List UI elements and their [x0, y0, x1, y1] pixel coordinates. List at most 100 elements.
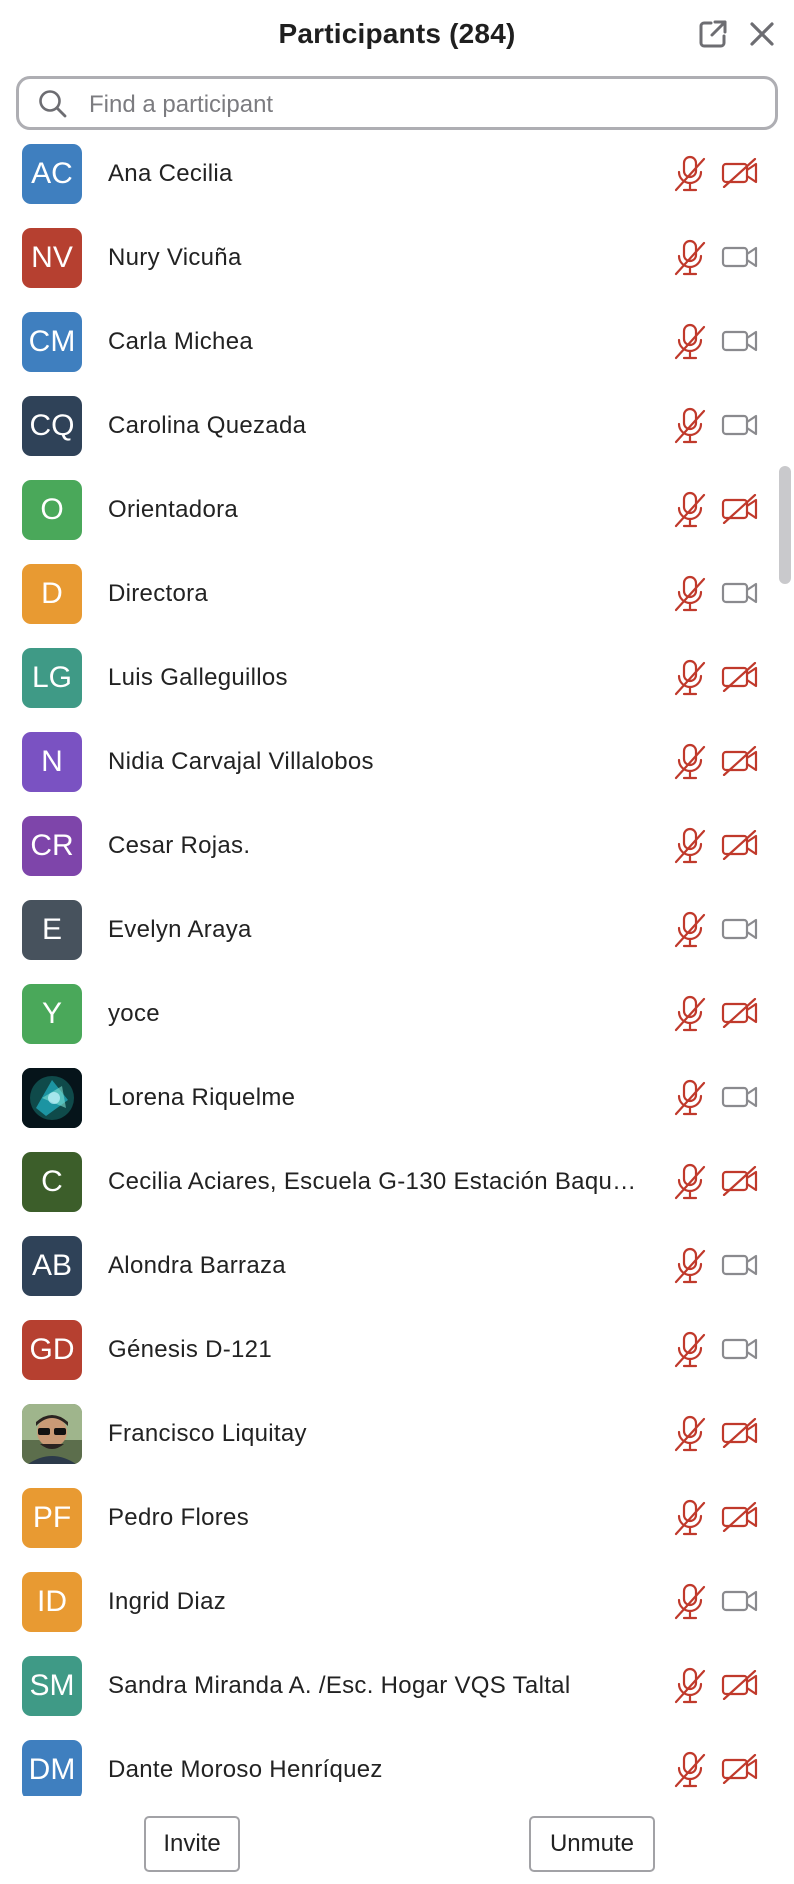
invite-button[interactable]: Invite: [144, 1816, 240, 1872]
video-off-icon[interactable]: [721, 1165, 759, 1197]
avatar: SM: [22, 1656, 82, 1716]
video-icon[interactable]: [721, 578, 759, 608]
video-icon[interactable]: [721, 242, 759, 272]
mic-muted-icon[interactable]: [672, 1246, 708, 1286]
mic-muted-icon[interactable]: [672, 910, 708, 950]
search-input[interactable]: [87, 87, 751, 123]
video-icon[interactable]: [721, 1250, 759, 1280]
mic-muted-icon[interactable]: [672, 1162, 708, 1202]
avatar: AC: [22, 144, 82, 204]
participant-name: Cesar Rojas.: [108, 832, 251, 859]
footer-bar: Invite Unmute: [0, 1796, 794, 1884]
video-off-icon[interactable]: [721, 493, 759, 525]
avatar: DM: [22, 1740, 82, 1796]
avatar: N: [22, 732, 82, 792]
video-icon[interactable]: [721, 326, 759, 356]
participant-name: Francisco Liquitay: [108, 1420, 307, 1447]
mic-muted-icon[interactable]: [672, 1414, 708, 1454]
mic-muted-icon[interactable]: [672, 238, 708, 278]
mic-muted-icon[interactable]: [672, 406, 708, 446]
participant-row[interactable]: Yyoce: [0, 972, 794, 1056]
mic-muted-icon[interactable]: [672, 1582, 708, 1622]
unmute-button[interactable]: Unmute: [529, 1816, 655, 1872]
participant-name: Cecilia Aciares, Escuela G-130 Estación …: [108, 1168, 648, 1195]
participant-row[interactable]: D Directora: [0, 552, 794, 636]
participant-name: Carla Michea: [108, 328, 253, 355]
avatar: [22, 1404, 82, 1464]
participant-name: Nidia Carvajal Villalobos: [108, 748, 374, 775]
participant-row[interactable]: CR Cesar Rojas.: [0, 804, 794, 888]
participant-name: Directora: [108, 580, 209, 607]
video-off-icon[interactable]: [721, 829, 759, 861]
search-icon: [37, 88, 69, 125]
participant-row[interactable]: GD Génesis D-121: [0, 1308, 794, 1392]
participant-name: Luis Galleguillos: [108, 664, 288, 691]
video-icon[interactable]: [721, 410, 759, 440]
participant-row[interactable]: AB Alondra Barraza: [0, 1224, 794, 1308]
video-icon[interactable]: [721, 914, 759, 944]
participant-row[interactable]: AC Ana Cecilia: [0, 132, 794, 216]
panel-title: Participants (284): [278, 18, 516, 49]
video-off-icon[interactable]: [721, 661, 759, 693]
video-off-icon[interactable]: [721, 1669, 759, 1701]
participant-row[interactable]: N Nidia Carvajal Villalobos: [0, 720, 794, 804]
avatar: PF: [22, 1488, 82, 1548]
participant-row[interactable]: O Orientadora: [0, 468, 794, 552]
participant-row[interactable]: PF Pedro Flores: [0, 1476, 794, 1560]
avatar: D: [22, 564, 82, 624]
participant-row[interactable]: CQ Carolina Quezada: [0, 384, 794, 468]
video-off-icon[interactable]: [721, 157, 759, 189]
avatar: LG: [22, 648, 82, 708]
video-icon[interactable]: [721, 1334, 759, 1364]
avatar: Y: [22, 984, 82, 1044]
participant-list[interactable]: AC Ana Cecilia NV Nury Vicuña CM Carla Michea…: [0, 132, 794, 1796]
mic-muted-icon[interactable]: [672, 154, 708, 194]
mic-muted-icon[interactable]: [672, 574, 708, 614]
mic-muted-icon[interactable]: [672, 1330, 708, 1370]
popout-icon[interactable]: [695, 16, 731, 52]
avatar: O: [22, 480, 82, 540]
mic-muted-icon[interactable]: [672, 1666, 708, 1706]
mic-muted-icon[interactable]: [672, 490, 708, 530]
participant-row[interactable]: LG Luis Galleguillos: [0, 636, 794, 720]
participants-header: Participants (284): [0, 0, 794, 72]
avatar: C: [22, 1152, 82, 1212]
video-off-icon[interactable]: [721, 997, 759, 1029]
mic-muted-icon[interactable]: [672, 1750, 708, 1790]
participant-row[interactable]: DM Dante Moroso Henríquez: [0, 1728, 794, 1796]
avatar: [22, 1068, 82, 1128]
video-off-icon[interactable]: [721, 1753, 759, 1785]
participant-row[interactable]: ID Ingrid Diaz: [0, 1560, 794, 1644]
participant-name: yoce: [108, 1000, 160, 1027]
video-icon[interactable]: [721, 1586, 759, 1616]
participant-row[interactable]: CM Carla Michea: [0, 300, 794, 384]
participant-name: Nury Vicuña: [108, 244, 242, 271]
mic-muted-icon[interactable]: [672, 994, 708, 1034]
video-icon[interactable]: [721, 1082, 759, 1112]
search-field[interactable]: [16, 76, 778, 130]
mic-muted-icon[interactable]: [672, 322, 708, 362]
participant-name: Ingrid Diaz: [108, 1588, 227, 1615]
participant-row[interactable]: E Evelyn Araya: [0, 888, 794, 972]
participant-name: Carolina Quezada: [108, 412, 307, 439]
video-off-icon[interactable]: [721, 1417, 759, 1449]
participant-row[interactable]: SM Sandra Miranda A. /Esc. Hogar VQS Talt…: [0, 1644, 794, 1728]
scrollbar-thumb[interactable]: [779, 466, 791, 584]
close-icon[interactable]: [744, 16, 780, 52]
mic-muted-icon[interactable]: [672, 1498, 708, 1538]
mic-muted-icon[interactable]: [672, 658, 708, 698]
participant-name: Evelyn Araya: [108, 916, 252, 943]
participant-row[interactable]: Francisco Liquitay: [0, 1392, 794, 1476]
mic-muted-icon[interactable]: [672, 826, 708, 866]
avatar: GD: [22, 1320, 82, 1380]
participant-row[interactable]: Lorena Riquelme: [0, 1056, 794, 1140]
mic-muted-icon[interactable]: [672, 1078, 708, 1118]
participant-row[interactable]: NV Nury Vicuña: [0, 216, 794, 300]
participant-name: Dante Moroso Henríquez: [108, 1756, 383, 1783]
mic-muted-icon[interactable]: [672, 742, 708, 782]
avatar: CM: [22, 312, 82, 372]
video-off-icon[interactable]: [721, 745, 759, 777]
video-off-icon[interactable]: [721, 1501, 759, 1533]
avatar: CQ: [22, 396, 82, 456]
participant-row[interactable]: C Cecilia Aciares, Escuela G-130 Estación…: [0, 1140, 794, 1224]
